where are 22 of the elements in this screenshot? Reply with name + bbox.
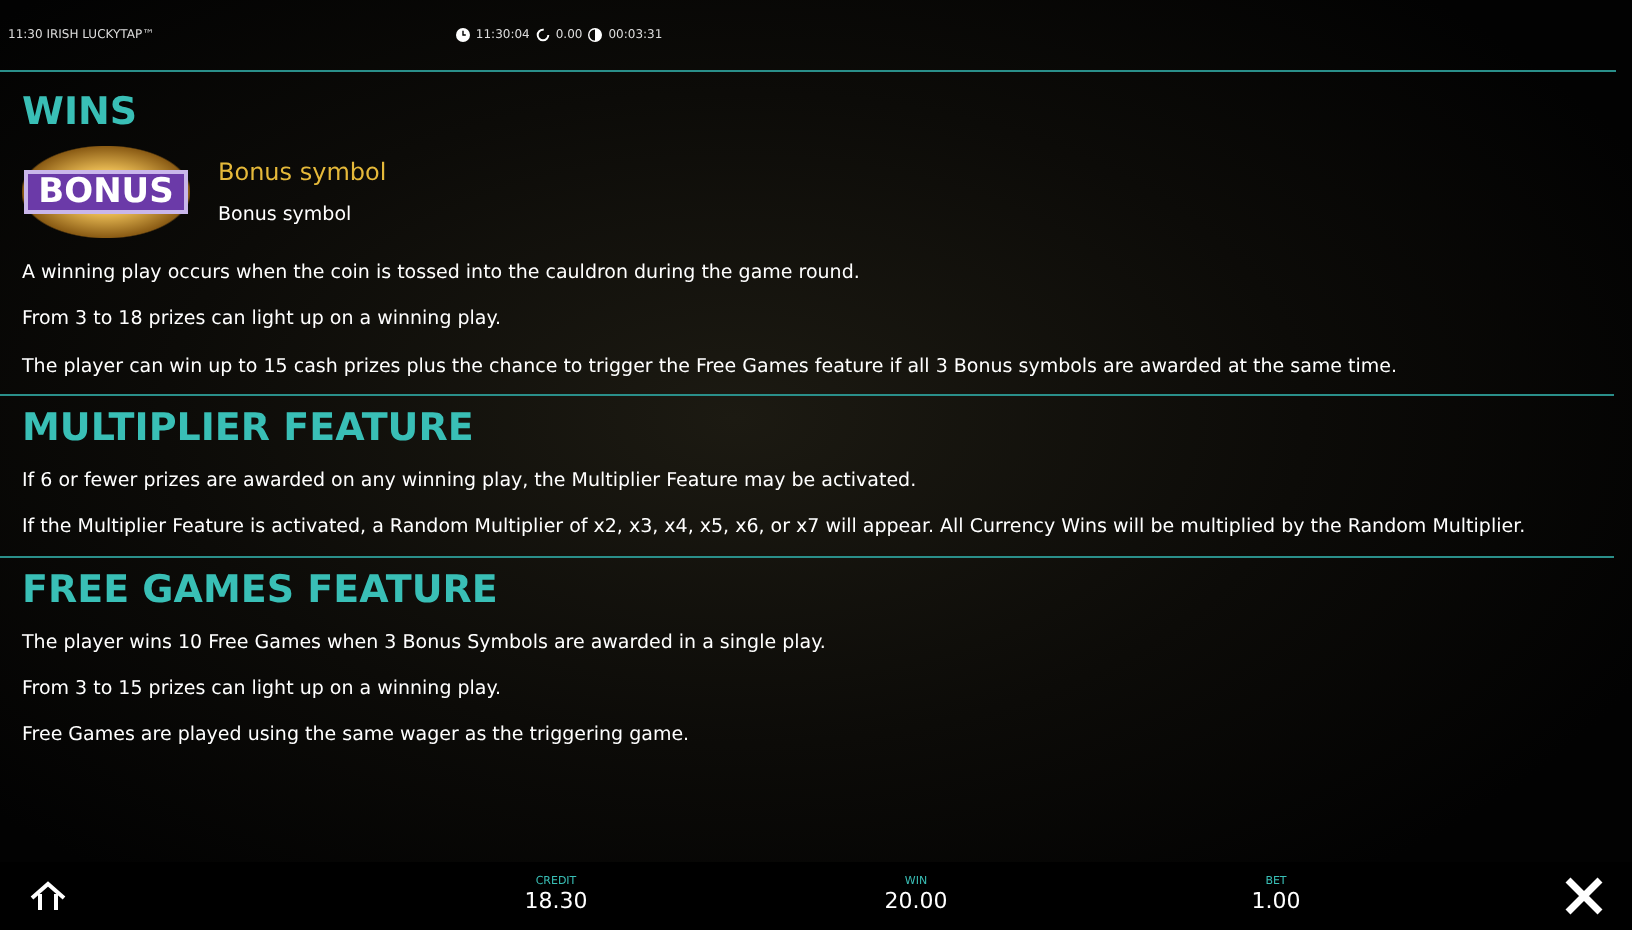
- rule-text: The player can win up to 15 cash prizes plus the chance to trigger the Free Games feature if all 3 Bonus symbols are awarded at the same time.: [22, 355, 1400, 379]
- meter-value: 18.30: [524, 888, 588, 915]
- rule-text: Free Games are played using the same wager as the triggering game.: [22, 724, 692, 748]
- symbol-caption: Bonus symbol: [218, 155, 387, 190]
- symbol-description: Bonus symbol: [218, 201, 354, 230]
- refresh-icon: [535, 28, 550, 42]
- meter-value: 1.00: [1251, 888, 1301, 915]
- timer-icon: [588, 28, 603, 42]
- rule-text: A winning play occurs when the coin is tossed into the cauldron during the game round.: [22, 261, 862, 285]
- section-heading: MULTIPLIER FEATURE: [22, 404, 476, 450]
- rule-text: The player wins 10 Free Games when 3 Bonus Symbols are awarded in a single play.: [22, 631, 828, 655]
- section-heading: WINS: [22, 88, 140, 134]
- section-heading: FREE GAMES FEATURE: [22, 565, 500, 612]
- home-icon[interactable]: [28, 880, 68, 912]
- rule-text: If 6 or fewer prizes are awarded on any winning play, the Multiplier Feature may be activated.: [22, 469, 919, 493]
- close-icon[interactable]: [1564, 876, 1604, 916]
- rule-text: From 3 to 18 prizes can light up on a winning play.: [22, 308, 504, 332]
- rule-text: From 3 to 15 prizes can light up on a winning play.: [22, 678, 504, 701]
- meter-value: 20.00: [884, 888, 948, 915]
- bonus-symbol: BONUS: [22, 145, 190, 238]
- rule-text: If the Multiplier Feature is activated, a Random Multiplier of x2, x3, x4, x5, x6, or x7 will appear. All Currency Wins will be multiplied by the Random Multiplier.: [22, 516, 1528, 540]
- clock-icon: [455, 28, 470, 42]
